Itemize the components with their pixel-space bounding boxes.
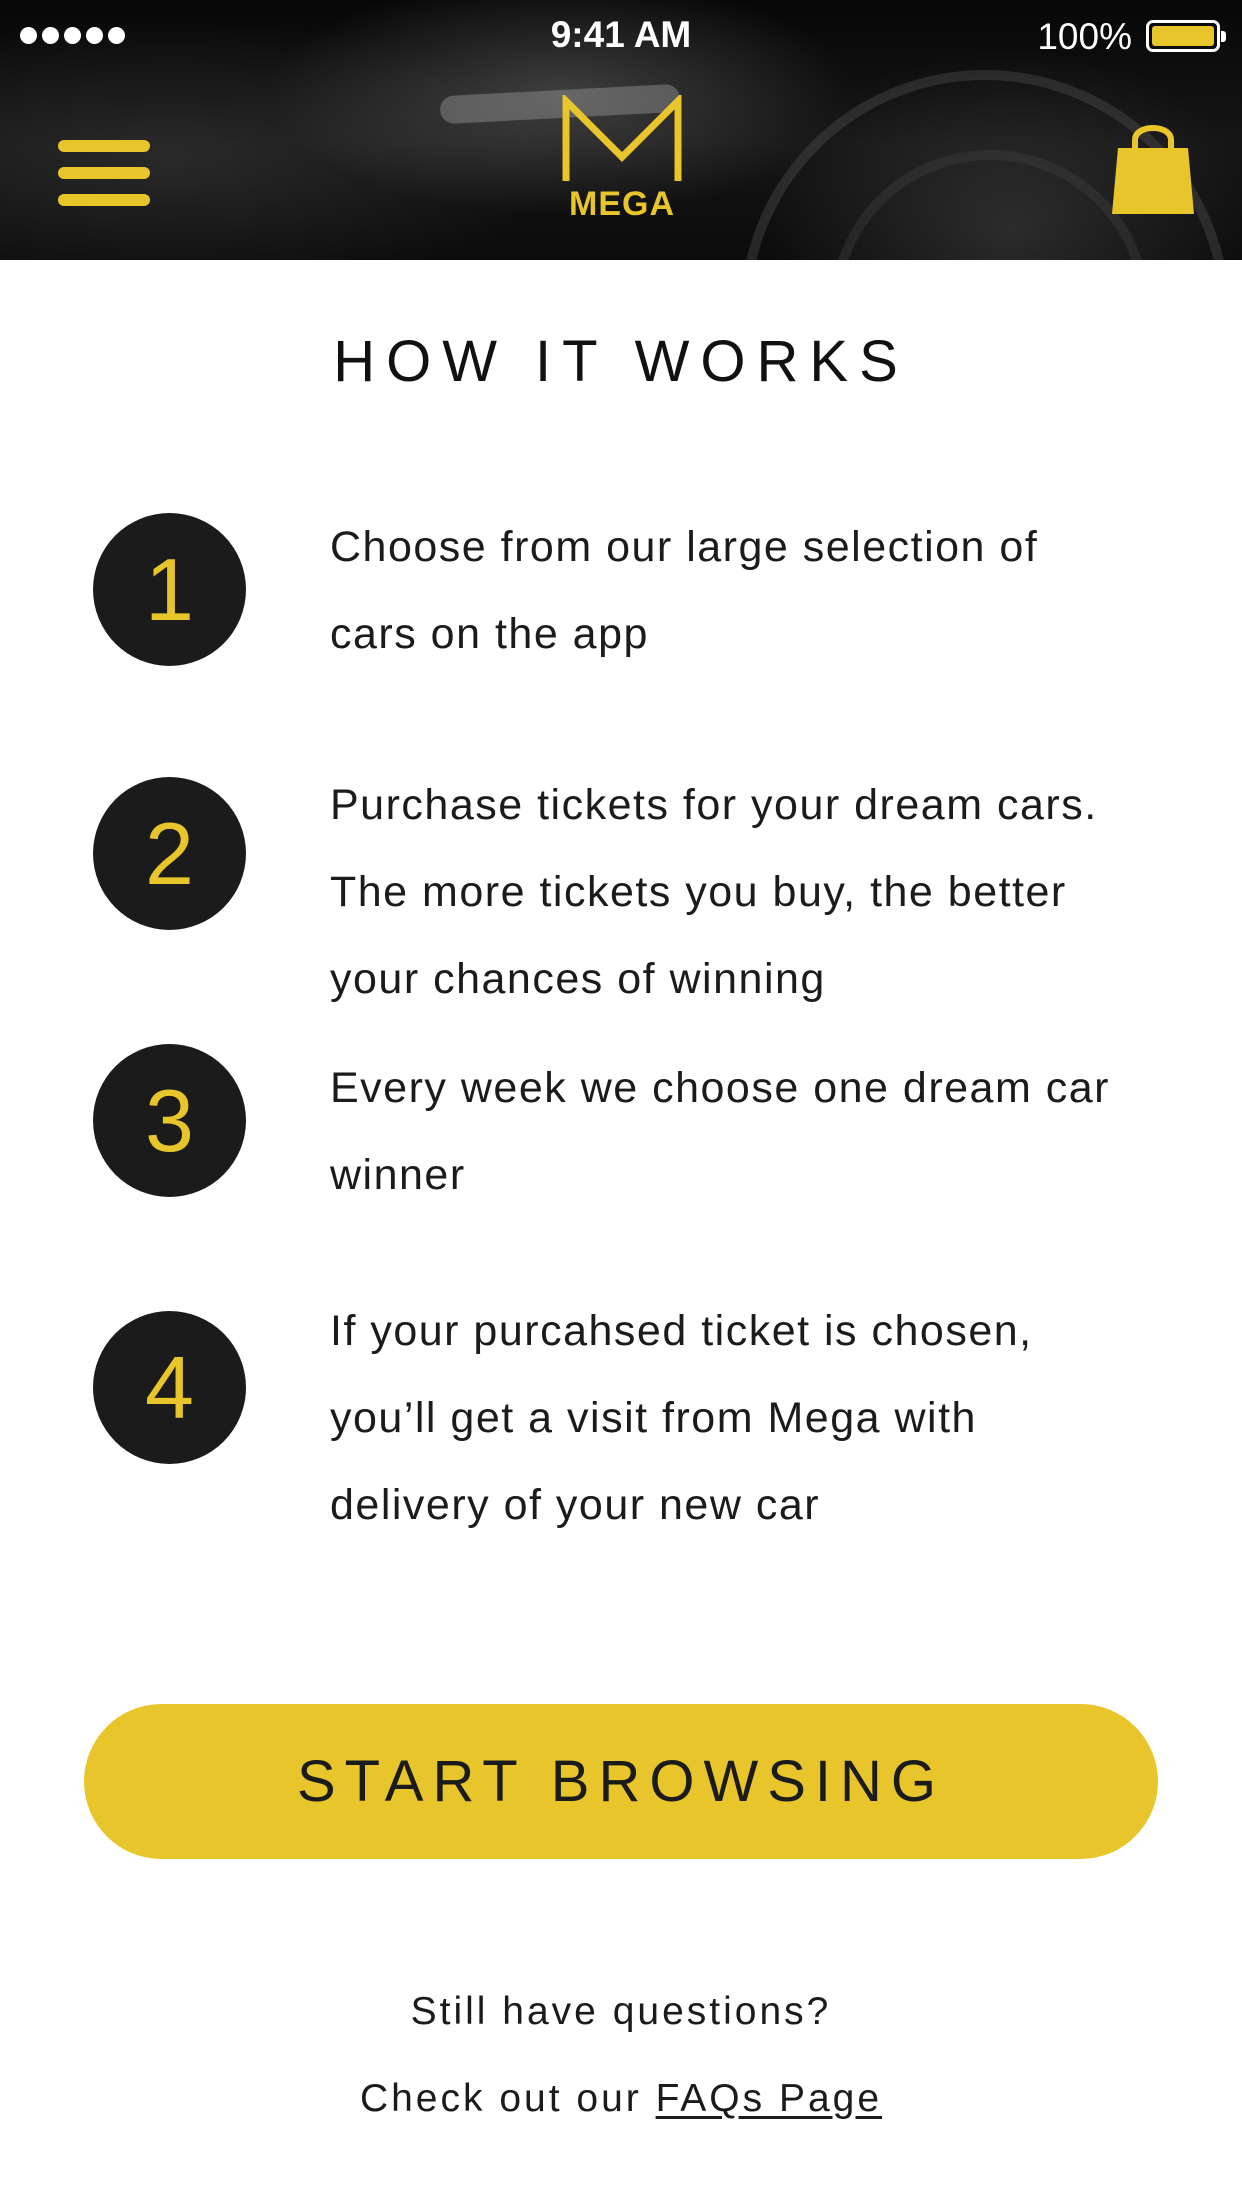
faq-prompt-text: Check out our xyxy=(359,2077,656,2120)
step-number-badge: 4 xyxy=(93,1311,246,1464)
help-question: Still have questions? xyxy=(410,1990,832,2033)
step-number-badge: 1 xyxy=(93,513,246,666)
faq-prompt: Check out our FAQs Page xyxy=(0,2077,1242,2121)
battery-percentage: 100% xyxy=(1037,16,1132,57)
page-title: HOW IT WORKS xyxy=(333,329,909,394)
status-bar: 9:41 AM 100% xyxy=(0,0,1242,72)
hamburger-menu-icon[interactable] xyxy=(58,140,150,214)
faqs-page-link[interactable]: FAQs Page xyxy=(656,2077,882,2120)
battery-icon xyxy=(1146,20,1226,52)
step-description: Choose from our large selection of cars … xyxy=(330,523,1039,658)
mega-logo[interactable]: MEGA xyxy=(560,92,684,225)
step-number-badge: 2 xyxy=(93,777,246,930)
step-description: Purchase tickets for your dream cars. Th… xyxy=(330,781,1098,1003)
battery-level-fill xyxy=(1152,26,1214,46)
step-number-badge: 3 xyxy=(93,1044,246,1197)
step-description: If your purcahsed ticket is chosen, you’… xyxy=(330,1307,1033,1529)
start-browsing-button[interactable]: START BROWSING xyxy=(84,1704,1158,1859)
step-description: Every week we choose one dream car winne… xyxy=(330,1064,1110,1199)
logo-text: MEGA xyxy=(569,185,675,223)
shopping-bag-icon[interactable] xyxy=(1110,118,1196,218)
logo-m-icon xyxy=(562,92,682,181)
app-header: 9:41 AM 100% MEGA xyxy=(0,0,1242,260)
